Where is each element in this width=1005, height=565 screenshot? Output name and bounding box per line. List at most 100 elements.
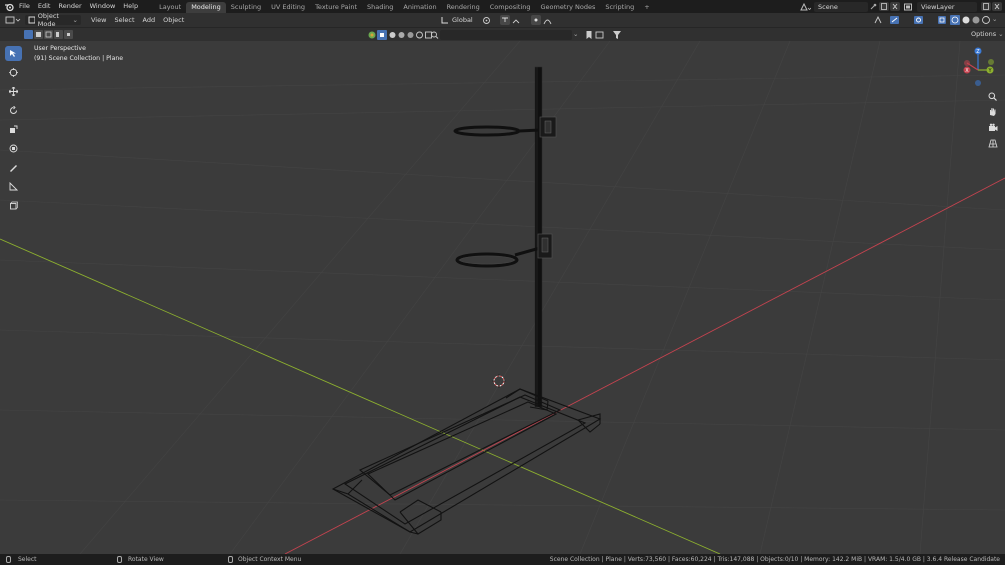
select-box-icon [10,50,16,57]
select-mode-subtract-icon[interactable] [44,30,53,39]
menu-view[interactable]: View [87,14,110,27]
tab-shading[interactable]: Shading [362,2,398,13]
view-layer-icon[interactable] [903,2,915,12]
camera-view-button[interactable] [985,120,1000,134]
menu-help[interactable]: Help [119,0,142,13]
select-mode-intersect-icon[interactable] [64,30,73,39]
chevron-down-icon: ⌄ [998,30,1004,38]
status-select: Select [18,556,37,563]
scene-new-icon[interactable] [879,2,889,11]
scene-delete-icon[interactable] [890,2,900,11]
select-mode-extend-icon[interactable] [34,30,43,39]
scene-pin-icon[interactable] [869,3,877,11]
visibility-icon[interactable] [889,15,905,25]
menu-file[interactable]: File [15,0,34,13]
filter-curve-icon[interactable] [388,30,397,40]
snap-target-icon[interactable] [512,16,526,25]
layout-toggle-icon[interactable] [595,30,609,40]
tab-layout[interactable]: Layout [154,2,186,13]
falloff-icon[interactable] [543,16,552,25]
tab-texture-paint[interactable]: Texture Paint [310,2,362,13]
add-workspace-button[interactable]: + [639,2,654,13]
mode-dropdown[interactable]: Object Mode ⌄ [25,12,81,28]
gizmo-x-label: X [965,68,969,74]
view-layer-new-icon[interactable] [981,2,991,11]
shading-options-icon[interactable]: ⌄ [992,15,1001,25]
shading-rendered-icon[interactable] [981,15,991,25]
zoom-button[interactable] [985,89,1000,103]
menu-select[interactable]: Select [110,14,138,27]
shading-wireframe-icon[interactable] [950,15,960,25]
move-tool[interactable] [5,84,22,99]
shading-solid-icon[interactable] [961,15,971,25]
y-axis-line [0,238,721,554]
navigation-gizmo[interactable]: Z Y X [958,46,1000,88]
tab-rendering[interactable]: Rendering [442,2,485,13]
xray-icon[interactable] [937,15,947,25]
tab-sculpting[interactable]: Sculpting [226,2,266,13]
view-layer-delete-icon[interactable] [992,2,1002,11]
cursor-tool[interactable] [5,65,22,80]
status-context-menu: Object Context Menu [238,556,302,563]
options-dropdown[interactable]: Options ⌄ [968,29,1004,39]
editor-type-icon[interactable] [5,15,21,25]
pan-button[interactable] [985,104,1000,118]
3d-viewport[interactable] [0,41,1005,554]
upper-ring [453,116,557,138]
gizmo-toggle-icon[interactable] [873,15,887,25]
bookmark-icon[interactable] [585,30,593,40]
filter-funnel-icon[interactable] [612,30,626,40]
select-mode-invert-icon[interactable] [54,30,63,39]
filter-mesh-icon[interactable] [377,30,387,40]
object-type-color-icon[interactable] [367,30,377,40]
grid-icon [987,139,998,147]
viewport-header: Object Mode ⌄ View Select Add Object Glo… [0,12,1005,28]
search-input[interactable] [440,30,572,40]
scale-tool[interactable] [5,122,22,137]
menu-add[interactable]: Add [139,14,160,27]
filter-empty-icon[interactable] [415,30,424,40]
pivot-point-icon[interactable] [482,16,496,25]
view-layer-selector[interactable]: ViewLayer [917,2,977,12]
tab-modeling[interactable]: Modeling [186,1,226,13]
menu-window[interactable]: Window [86,0,120,13]
measure-tool[interactable] [5,179,22,194]
object-mode-icon [28,16,35,24]
mouse-right-icon [228,556,233,563]
tab-animation[interactable]: Animation [398,2,441,13]
tool-header: ⌄ Options ⌄ [0,27,1005,41]
view-name: User Perspective [34,45,86,52]
add-cube-tool[interactable] [5,198,22,213]
orientation-dropdown[interactable]: Global [438,15,476,25]
tab-geometry-nodes[interactable]: Geometry Nodes [536,2,601,13]
annotate-tool[interactable] [5,160,22,175]
perspective-toggle-button[interactable] [985,136,1000,150]
filter-light-icon[interactable] [397,30,406,40]
move-icon [9,87,18,96]
rotate-tool[interactable] [5,103,22,118]
select-mode-new-icon[interactable] [24,30,33,39]
axis-orientation-icon [441,17,448,24]
blender-logo-icon[interactable] [3,0,15,13]
scene-selector[interactable]: Scene [814,2,868,12]
search-dropdown-icon[interactable]: ⌄ [573,30,583,40]
menu-object[interactable]: Object [159,14,188,27]
scene-canvas[interactable] [0,41,1005,554]
search-icon[interactable] [430,30,439,40]
select-box-tool[interactable] [5,46,22,61]
cursor-icon [9,68,18,77]
tab-scripting[interactable]: Scripting [600,2,639,13]
transform-tool[interactable] [5,141,22,156]
zoom-icon [988,92,997,101]
snap-toggle-icon[interactable] [500,15,510,25]
tab-compositing[interactable]: Compositing [485,2,536,13]
scene-icon[interactable] [799,2,812,12]
shading-material-icon[interactable] [971,15,981,25]
overlays-icon[interactable] [913,15,929,25]
top-bar: File Edit Render Window Help Layout Mode… [0,0,1005,13]
rotate-icon [10,106,17,114]
filter-camera-icon[interactable] [406,30,415,40]
tab-uv-editing[interactable]: UV Editing [266,2,310,13]
proportional-edit-icon[interactable] [531,15,541,25]
mouse-left-icon [6,556,11,563]
